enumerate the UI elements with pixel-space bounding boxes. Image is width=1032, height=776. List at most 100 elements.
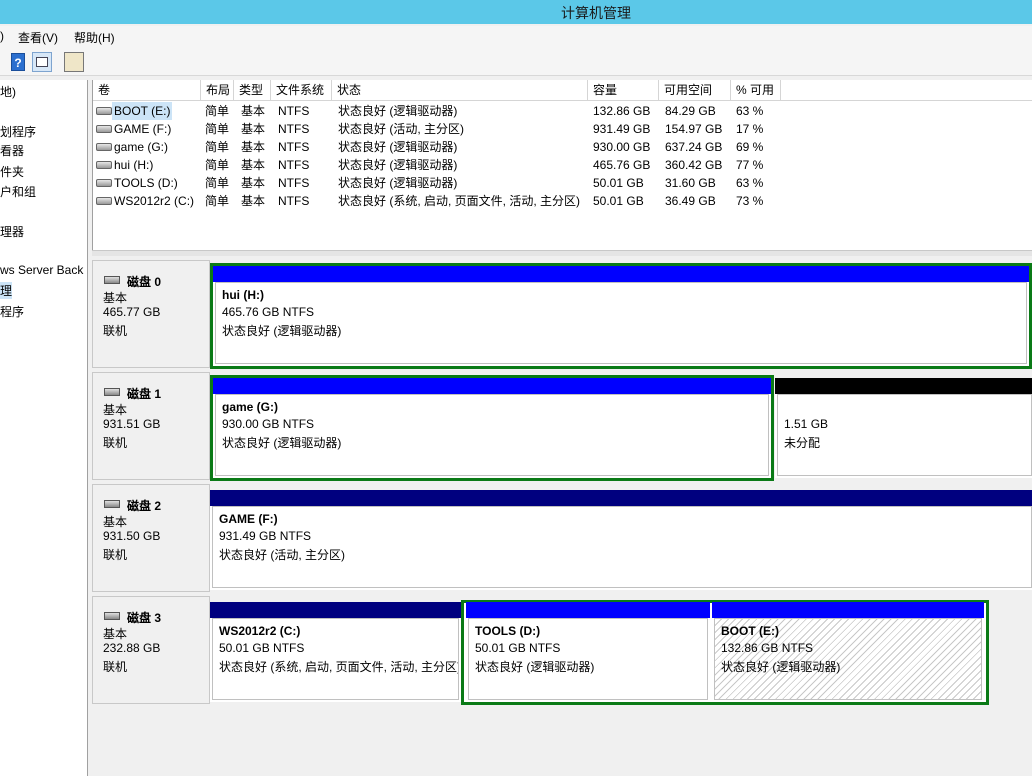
col-filesystem[interactable]: 文件系统	[271, 80, 332, 101]
disk-name: 磁盘 1	[127, 387, 162, 401]
drive-icon	[96, 161, 112, 169]
disk-type: 基本	[103, 627, 128, 641]
tree-item[interactable]: 户和组	[0, 183, 36, 200]
volume-fs: NTFS	[278, 158, 310, 172]
volume-status: 状态良好 (逻辑驱动器)	[338, 104, 458, 118]
partition-size: 132.86 GB NTFS	[721, 641, 814, 655]
volume-type: 基本	[241, 104, 266, 118]
disk-name: 磁盘 0	[127, 275, 162, 289]
partition-block[interactable]: WS2012r2 (C:) 50.01 GB NTFS 状态良好 (系统, 启动…	[210, 602, 461, 702]
tree-item[interactable]: 件夹	[0, 163, 24, 180]
partition-body: GAME (F:) 931.49 GB NTFS 状态良好 (活动, 主分区)	[212, 506, 1032, 588]
partition-block-selected[interactable]: BOOT (E:) 132.86 GB NTFS 状态良好 (逻辑驱动器)	[712, 602, 984, 702]
tree-item-disk-management[interactable]: 理	[0, 282, 13, 299]
logical-drive-bar	[213, 266, 1029, 282]
disk-label[interactable]: 磁盘 0 基本 465.77 GB 联机	[92, 260, 210, 368]
tree-item[interactable]: 看器	[0, 142, 24, 159]
menu-bar: ) 查看(V) 帮助(H)	[0, 26, 1032, 48]
volume-row[interactable]: game (G:) 简单 基本 NTFS 状态良好 (逻辑驱动器) 930.00…	[93, 138, 1032, 156]
volume-layout: 简单	[205, 158, 230, 172]
volume-name: game (G:)	[114, 140, 169, 154]
col-type[interactable]: 类型	[234, 80, 271, 101]
partition-title: WS2012r2 (C:)	[219, 624, 301, 638]
partition-block[interactable]: game (G:) 930.00 GB NTFS 状态良好 (逻辑驱动器)	[210, 375, 774, 481]
partition-status: 状态良好 (逻辑驱动器)	[222, 324, 342, 338]
partition-size: 1.51 GB	[784, 417, 829, 431]
volume-fs: NTFS	[278, 122, 310, 136]
tree-item[interactable]: 地)	[0, 83, 16, 100]
unallocated-block[interactable]: 1.51 GB 未分配	[775, 378, 1032, 478]
navigation-tree: 地) 划程序 看器 件夹 户和组 理器 ws Server Back 理 程序	[0, 80, 88, 776]
volume-capacity: 465.76 GB	[593, 158, 651, 172]
drive-icon	[96, 107, 112, 115]
partition-block[interactable]: TOOLS (D:) 50.01 GB NTFS 状态良好 (逻辑驱动器)	[466, 602, 710, 702]
volume-row[interactable]: WS2012r2 (C:) 简单 基本 NTFS 状态良好 (系统, 启动, 页…	[93, 192, 1032, 210]
disk-name: 磁盘 3	[127, 611, 162, 625]
volume-list: 卷 布局 类型 文件系统 状态 容量 可用空间 % 可用 BOOT (E:) 简…	[92, 80, 1032, 250]
disk-state: 联机	[103, 324, 128, 338]
partition-title: game (G:)	[222, 400, 279, 414]
partition-size: 931.49 GB NTFS	[219, 529, 312, 543]
tree-item[interactable]: 划程序	[0, 123, 36, 140]
disk-label[interactable]: 磁盘 3 基本 232.88 GB 联机	[92, 596, 210, 704]
volume-percent: 69 %	[736, 140, 764, 154]
partition-size: 50.01 GB NTFS	[475, 641, 561, 655]
drive-icon	[96, 179, 112, 187]
volume-status: 状态良好 (系统, 启动, 页面文件, 活动, 主分区)	[338, 194, 580, 208]
disk-size: 465.77 GB	[103, 305, 161, 319]
menu-item-view[interactable]: 查看(V)	[18, 29, 58, 46]
partition-size: 50.01 GB NTFS	[219, 641, 305, 655]
volume-capacity: 930.00 GB	[593, 140, 651, 154]
partition-size: 930.00 GB NTFS	[222, 417, 315, 431]
volume-row[interactable]: TOOLS (D:) 简单 基本 NTFS 状态良好 (逻辑驱动器) 50.01…	[93, 174, 1032, 192]
disk-state: 联机	[103, 660, 128, 674]
volume-capacity: 931.49 GB	[593, 122, 651, 136]
disk-label[interactable]: 磁盘 1 基本 931.51 GB 联机	[92, 372, 210, 480]
window-title: 计算机管理	[561, 5, 631, 21]
volume-row[interactable]: hui (H:) 简单 基本 NTFS 状态良好 (逻辑驱动器) 465.76 …	[93, 156, 1032, 174]
menu-item-action[interactable]: )	[0, 29, 4, 43]
unallocated-bar	[775, 378, 1032, 394]
volume-row[interactable]: BOOT (E:) 简单 基本 NTFS 状态良好 (逻辑驱动器) 132.86…	[93, 102, 1032, 120]
disk-label[interactable]: 磁盘 2 基本 931.50 GB 联机	[92, 484, 210, 592]
volume-status: 状态良好 (逻辑驱动器)	[338, 140, 458, 154]
volume-free: 154.97 GB	[665, 122, 723, 136]
col-percent-free[interactable]: % 可用	[731, 80, 781, 101]
partition-body: 1.51 GB 未分配	[777, 394, 1032, 476]
tree-item[interactable]: ws Server Back	[0, 263, 83, 277]
view-icon[interactable]	[32, 52, 52, 72]
volume-layout: 简单	[205, 140, 230, 154]
tree-item[interactable]: 理器	[0, 223, 24, 240]
volume-layout: 简单	[205, 122, 230, 136]
volume-type: 基本	[241, 194, 266, 208]
primary-partition-bar	[210, 490, 1032, 506]
volume-type: 基本	[241, 122, 266, 136]
volume-status: 状态良好 (活动, 主分区)	[338, 122, 464, 136]
drive-icon	[96, 197, 112, 205]
help-icon[interactable]: ?	[11, 53, 25, 71]
properties-icon[interactable]	[64, 52, 84, 72]
volume-row[interactable]: GAME (F:) 简单 基本 NTFS 状态良好 (活动, 主分区) 931.…	[93, 120, 1032, 138]
col-volume[interactable]: 卷	[93, 80, 201, 101]
toolbar: ?	[0, 48, 1032, 76]
menu-item-help[interactable]: 帮助(H)	[74, 29, 115, 46]
partition-status: 状态良好 (系统, 启动, 页面文件, 活动, 主分区)	[219, 660, 458, 674]
volume-list-header: 卷 布局 类型 文件系统 状态 容量 可用空间 % 可用	[93, 80, 1032, 101]
col-free-space[interactable]: 可用空间	[659, 80, 731, 101]
col-status[interactable]: 状态	[332, 80, 588, 101]
partition-status: 状态良好 (逻辑驱动器)	[721, 660, 841, 674]
volume-percent: 63 %	[736, 104, 764, 118]
primary-partition-bar	[210, 602, 461, 618]
disk-type: 基本	[103, 291, 128, 305]
partition-block[interactable]: GAME (F:) 931.49 GB NTFS 状态良好 (活动, 主分区)	[210, 490, 1032, 590]
tree-item[interactable]: 程序	[0, 303, 24, 320]
volume-layout: 简单	[205, 176, 230, 190]
col-capacity[interactable]: 容量	[588, 80, 659, 101]
partition-title: TOOLS (D:)	[475, 624, 541, 638]
disk-state: 联机	[103, 548, 128, 562]
disk-state: 联机	[103, 436, 128, 450]
partition-block[interactable]: hui (H:) 465.76 GB NTFS 状态良好 (逻辑驱动器)	[210, 263, 1032, 369]
volume-name: hui (H:)	[114, 158, 154, 172]
volume-type: 基本	[241, 176, 266, 190]
col-layout[interactable]: 布局	[201, 80, 234, 101]
